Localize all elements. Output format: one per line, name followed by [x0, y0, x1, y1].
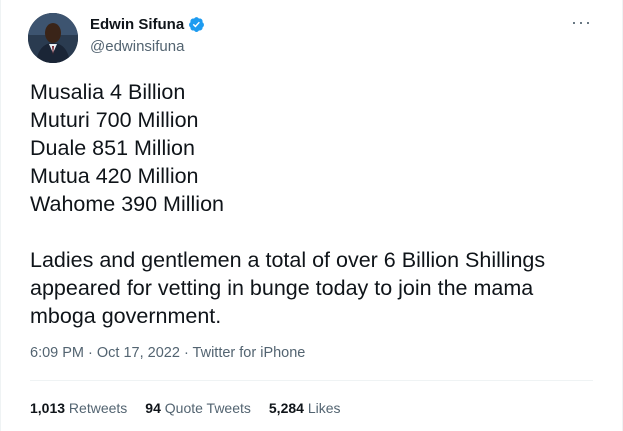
tweet-paragraph-line: mboga government. [30, 304, 222, 328]
engagement-stats: 1,013 Retweets 94 Quote Tweets 5,284 Lik… [30, 400, 341, 416]
tweet-paragraph-line: Ladies and gentlemen a total of over 6 B… [30, 248, 546, 272]
likes-stat[interactable]: 5,284 Likes [269, 400, 341, 416]
retweets-label: Retweets [65, 400, 128, 416]
avatar-photo-icon [28, 13, 78, 63]
tweet-line: Wahome 390 Million [30, 192, 224, 216]
avatar[interactable] [28, 13, 78, 63]
divider [30, 380, 593, 381]
quote-tweets-stat[interactable]: 94 Quote Tweets [145, 400, 251, 416]
tweet-date[interactable]: Oct 17, 2022 [97, 345, 180, 361]
author-name[interactable]: Edwin Sifuna [90, 16, 184, 33]
tweet-line: Duale 851 Million [30, 136, 195, 160]
more-options-icon[interactable]: ··· [571, 12, 592, 33]
tweet-paragraph-line: appeared for vetting in bunge today to j… [30, 276, 534, 300]
meta-separator: · [84, 345, 97, 361]
author-name-row[interactable]: Edwin Sifuna [90, 16, 205, 33]
tweet-line: Mutua 420 Million [30, 164, 199, 188]
tweet-text: Musalia 4 Billion Muturi 700 Million Dua… [30, 78, 600, 330]
meta-separator: · [179, 345, 193, 361]
quote-tweets-label: Quote Tweets [160, 400, 251, 416]
tweet-line: Muturi 700 Million [30, 108, 199, 132]
retweets-count: 1,013 [30, 400, 66, 416]
tweet-line: Musalia 4 Billion [30, 80, 186, 104]
tweet-card: Edwin Sifuna @edwinsifuna ··· Musalia 4 … [0, 0, 623, 431]
retweets-stat[interactable]: 1,013 Retweets [30, 400, 127, 416]
verified-badge-icon [189, 17, 205, 32]
author-handle[interactable]: @edwinsifuna [90, 38, 184, 55]
tweet-metadata: 6:09 PM · Oct 17, 2022 · Twitter for iPh… [30, 345, 305, 361]
quote-tweets-count: 94 [145, 400, 161, 416]
tweet-time[interactable]: 6:09 PM [30, 345, 84, 361]
likes-label: Likes [303, 400, 341, 416]
tweet-source[interactable]: Twitter for iPhone [193, 345, 306, 361]
likes-count: 5,284 [268, 400, 304, 416]
